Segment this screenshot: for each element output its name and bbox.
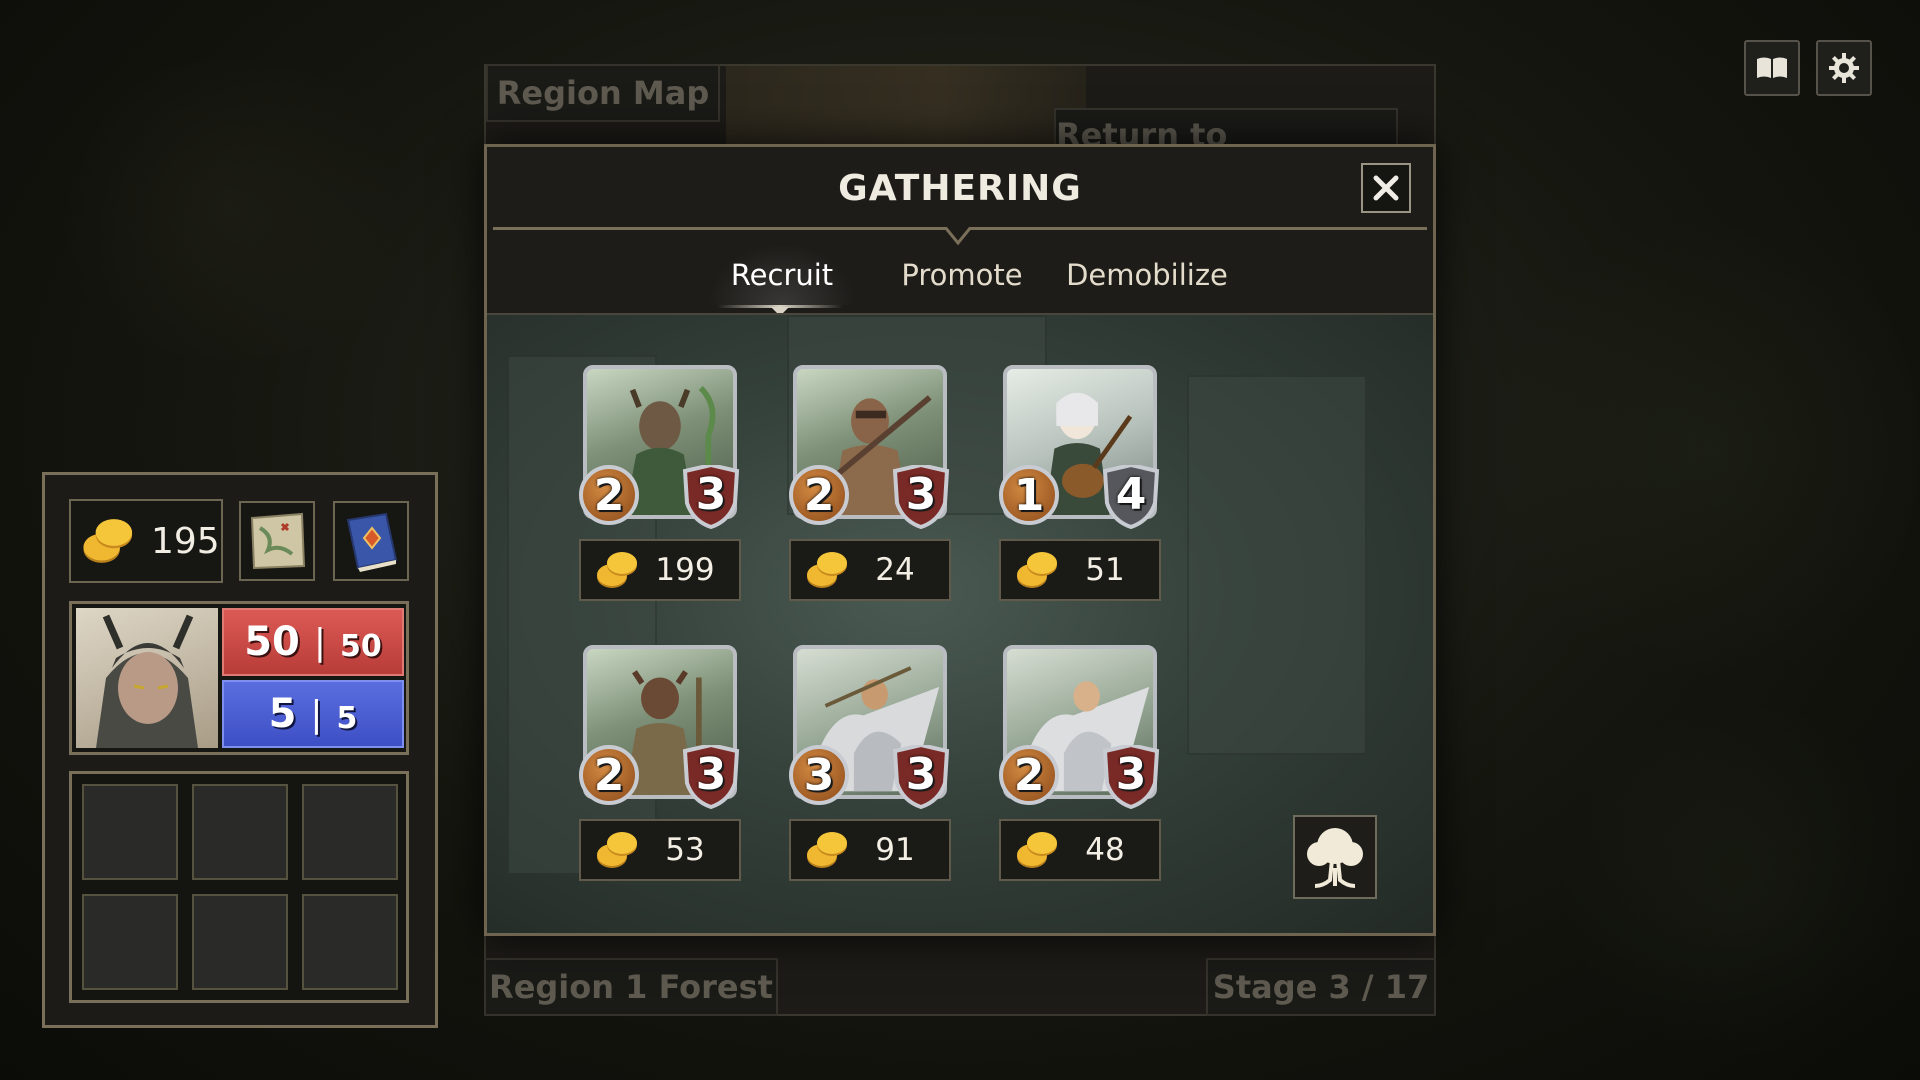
modal-title: GATHERING xyxy=(838,167,1082,209)
ruin-wall xyxy=(1187,375,1367,755)
unit-armor-badge: 3 xyxy=(681,745,741,809)
gold-value: 195 xyxy=(151,520,220,562)
unit-card[interactable]: 2 3 24 xyxy=(789,365,951,605)
gold-coins-icon xyxy=(597,832,637,868)
inventory-slot[interactable] xyxy=(192,894,288,990)
unit-armor-value: 3 xyxy=(1115,749,1147,800)
unit-armor-badge: 4 xyxy=(1101,465,1161,529)
map-preview xyxy=(726,66,1086,146)
unit-price: 91 xyxy=(789,819,951,881)
unit-level-badge: 2 xyxy=(999,745,1059,805)
unit-card[interactable]: 3 3 91 xyxy=(789,645,951,885)
tab-bar: Recruit Promote Demobilize xyxy=(487,243,1433,313)
unit-armor-value: 3 xyxy=(905,469,937,520)
unit-armor-badge: 3 xyxy=(681,465,741,529)
unit-armor-value: 3 xyxy=(695,469,727,520)
unit-price: 53 xyxy=(579,819,741,881)
unit-armor-badge: 3 xyxy=(891,745,951,809)
unit-armor-value: 4 xyxy=(1115,469,1147,520)
open-book-icon xyxy=(1757,57,1787,78)
inventory-grid xyxy=(69,771,409,1003)
unit-armor-value: 3 xyxy=(695,749,727,800)
inventory-slot[interactable] xyxy=(302,784,398,880)
unit-price-value: 51 xyxy=(1085,552,1125,588)
inventory-slot[interactable] xyxy=(82,894,178,990)
unit-armor-badge: 3 xyxy=(891,465,951,529)
health-separator: | xyxy=(313,621,327,663)
gold-coins-icon xyxy=(807,832,847,868)
unit-price-value: 91 xyxy=(875,832,915,868)
mana-bar: 5 | 5 xyxy=(222,680,404,748)
unit-price: 51 xyxy=(999,539,1161,601)
unit-price-value: 24 xyxy=(875,552,915,588)
mana-max: 5 xyxy=(336,700,358,736)
inventory-slot[interactable] xyxy=(82,784,178,880)
unit-level-badge: 2 xyxy=(579,465,639,525)
map-scroll-icon xyxy=(250,512,306,570)
map-item-button[interactable] xyxy=(239,501,315,581)
gathering-modal: GATHERING Recruit Promote Demobilize 2 3 xyxy=(484,144,1436,936)
close-button[interactable] xyxy=(1361,163,1411,213)
gold-coins-icon xyxy=(1017,832,1057,868)
health-bar: 50 | 50 xyxy=(222,608,404,676)
health-current: 50 xyxy=(244,619,300,665)
tree-icon xyxy=(1307,828,1363,888)
stage-label: Stage 3 / 17 xyxy=(1206,958,1436,1016)
gold-coins-icon xyxy=(1017,552,1057,588)
health-max: 50 xyxy=(340,628,382,664)
hero-portrait xyxy=(76,608,218,748)
unit-level-badge: 2 xyxy=(789,465,849,525)
gold-coins-icon xyxy=(807,552,847,588)
gear-icon xyxy=(1829,53,1859,83)
inventory-slot[interactable] xyxy=(302,894,398,990)
unit-card[interactable]: 2 3 199 xyxy=(579,365,741,605)
unit-price-value: 48 xyxy=(1085,832,1125,868)
gold-counter: 195 xyxy=(69,499,223,583)
hero-card[interactable]: 50 | 50 5 | 5 xyxy=(69,601,409,755)
recruit-grid: 2 3 199 2 3 24 1 4 51 2 3 53 3 3 91 2 3 … xyxy=(487,315,1433,933)
unit-card[interactable]: 2 3 53 xyxy=(579,645,741,885)
unit-level-badge: 2 xyxy=(579,745,639,805)
mana-separator: | xyxy=(310,693,323,735)
tab-promote[interactable]: Promote xyxy=(887,243,1037,307)
unit-level-badge: 3 xyxy=(789,745,849,805)
unit-level-badge: 1 xyxy=(999,465,1059,525)
unit-price: 48 xyxy=(999,819,1161,881)
party-status-panel: 195 50 | 50 5 | 5 xyxy=(42,472,438,1028)
region-label: Region 1 Forest xyxy=(484,958,778,1016)
unit-price-value: 199 xyxy=(655,552,715,588)
inventory-slot[interactable] xyxy=(192,784,288,880)
gold-coins-icon xyxy=(83,519,133,563)
journal-button[interactable] xyxy=(1744,40,1800,96)
unit-price: 199 xyxy=(579,539,741,601)
background-foliage xyxy=(40,60,420,360)
settings-button[interactable] xyxy=(1816,40,1872,96)
spellbook-icon xyxy=(346,512,398,572)
unit-price-value: 53 xyxy=(665,832,705,868)
unit-armor-value: 3 xyxy=(905,749,937,800)
tab-demobilize[interactable]: Demobilize xyxy=(1047,243,1247,307)
background-foliage xyxy=(1560,700,1920,1060)
background-foliage xyxy=(1500,200,1920,700)
unit-card[interactable]: 2 3 48 xyxy=(999,645,1161,885)
spellbook-item-button[interactable] xyxy=(333,501,409,581)
unit-armor-badge: 3 xyxy=(1101,745,1161,809)
unit-price: 24 xyxy=(789,539,951,601)
tree-button[interactable] xyxy=(1293,815,1377,899)
tab-recruit[interactable]: Recruit xyxy=(707,243,857,307)
close-icon xyxy=(1373,175,1399,201)
region-map-tab[interactable]: Region Map xyxy=(486,64,720,122)
gold-coins-icon xyxy=(597,552,637,588)
mana-current: 5 xyxy=(268,691,297,737)
unit-card[interactable]: 1 4 51 xyxy=(999,365,1161,605)
